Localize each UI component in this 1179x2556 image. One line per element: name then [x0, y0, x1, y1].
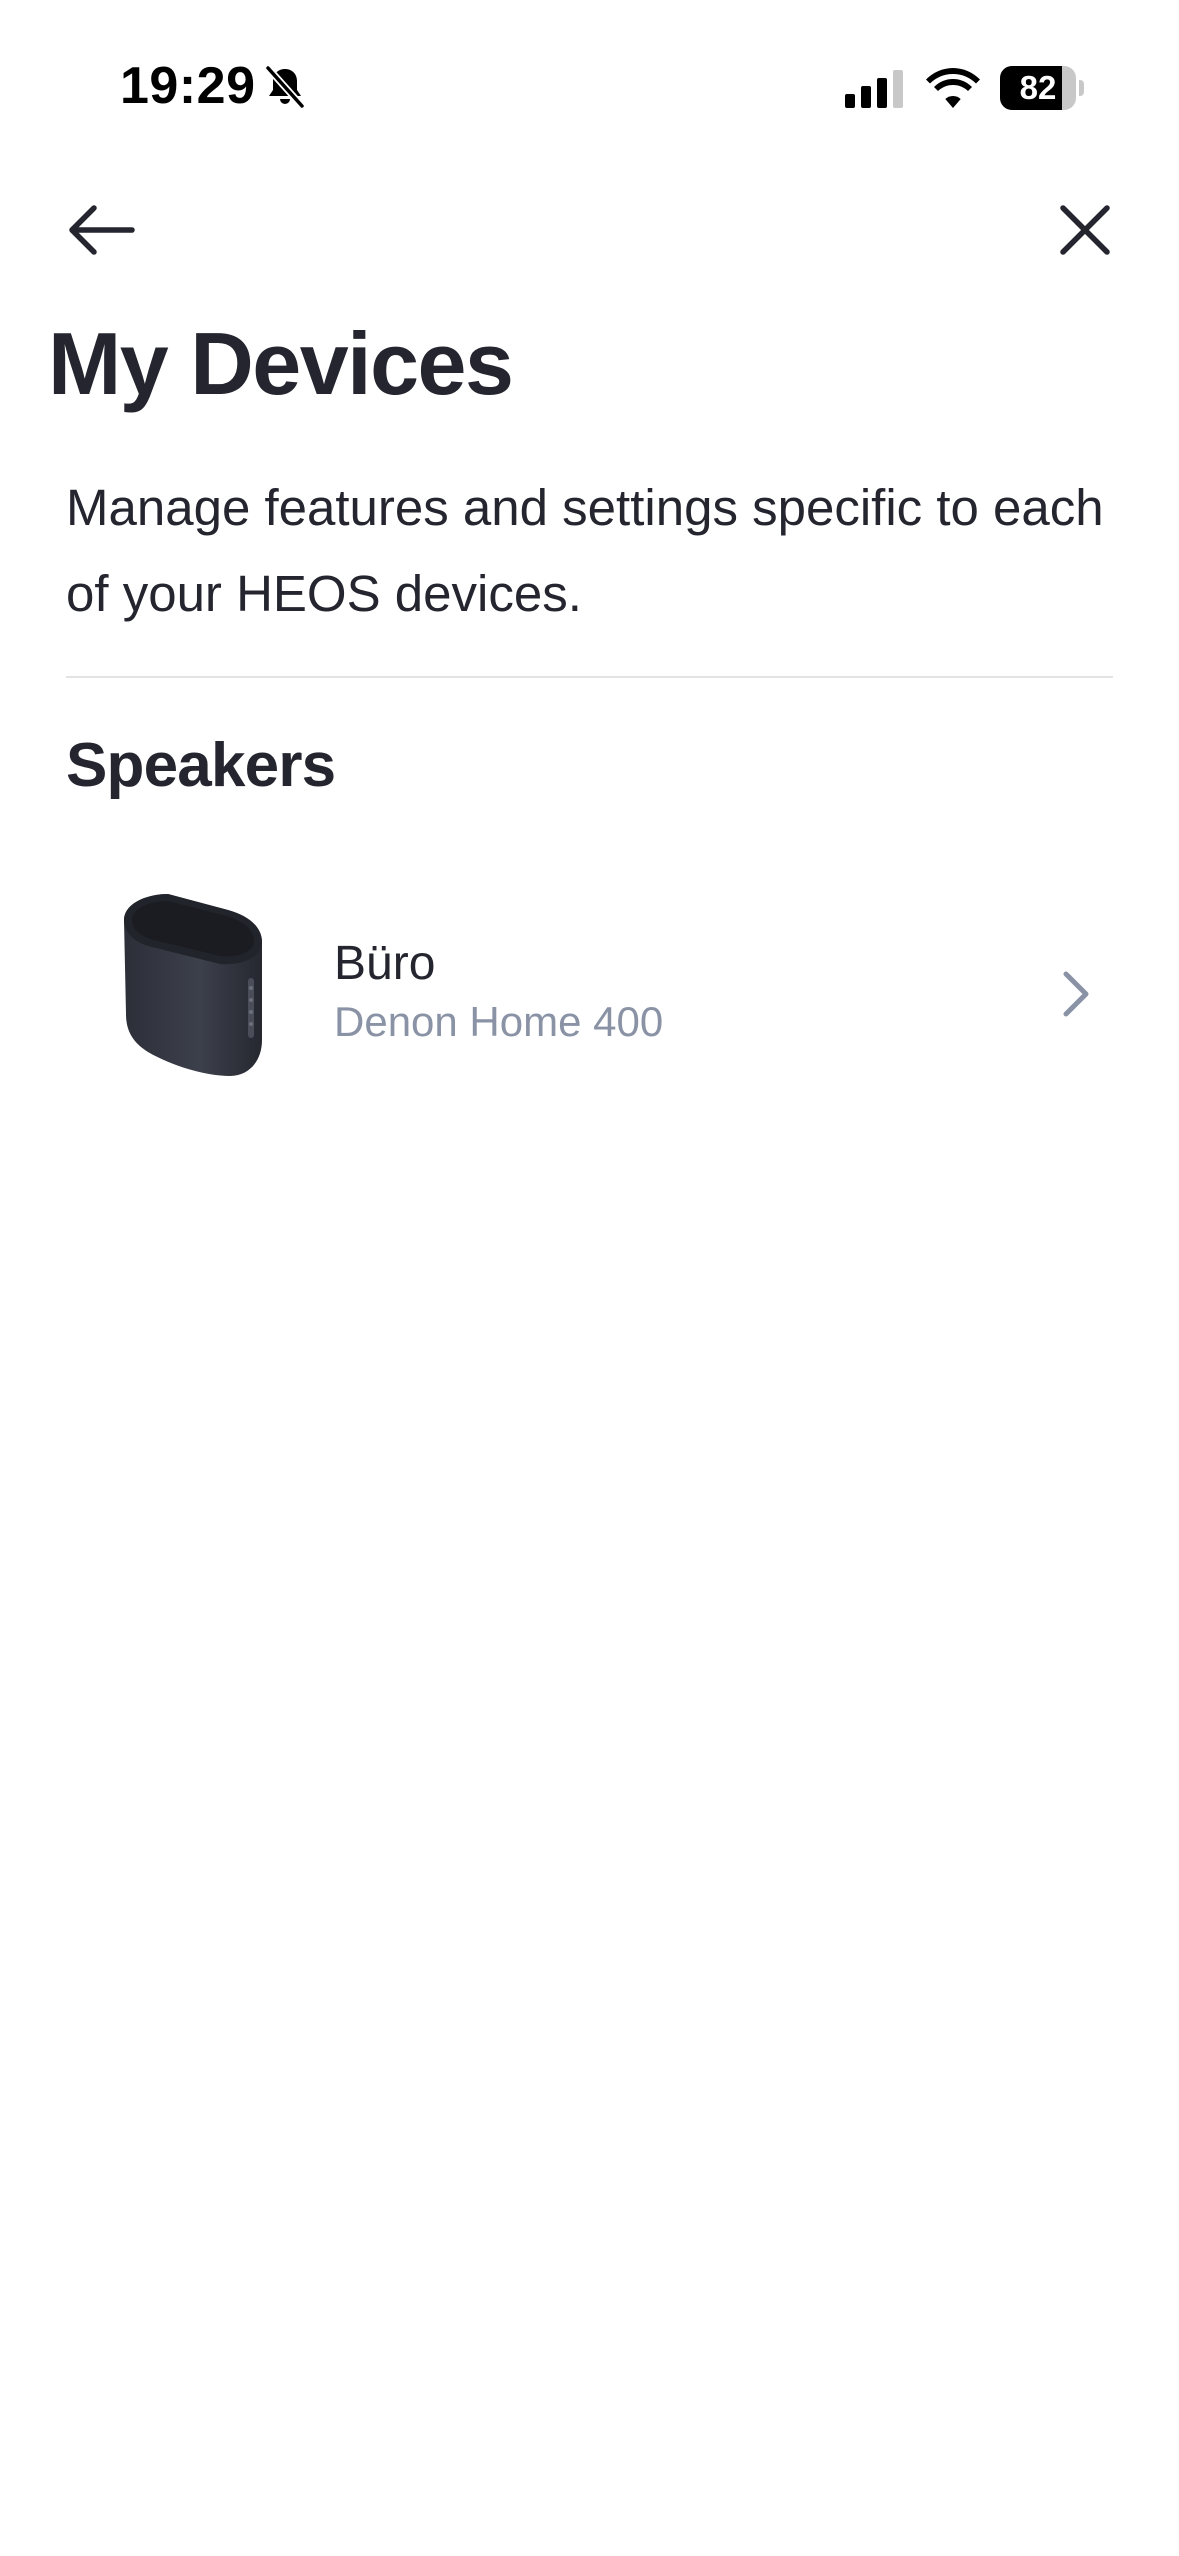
- divider: [66, 676, 1113, 678]
- close-icon: [1060, 205, 1110, 255]
- section-title-speakers: Speakers: [66, 731, 336, 800]
- status-bar: 19:29 82: [0, 0, 1179, 170]
- device-model: Denon Home 400: [334, 998, 664, 1045]
- page-description: Manage features and settings specific to…: [66, 479, 1104, 622]
- chevron-right-icon: [1063, 971, 1089, 1017]
- cellular-signal-icon: [845, 70, 903, 108]
- arrow-left-icon: [69, 205, 135, 255]
- wifi-icon: [926, 68, 980, 108]
- battery-icon: 82: [1000, 66, 1084, 110]
- back-button[interactable]: [56, 190, 146, 270]
- speaker-image: [124, 894, 262, 1076]
- bell-slash-icon: [264, 64, 306, 110]
- status-time: 19:29: [120, 57, 256, 115]
- page-title: My Devices: [48, 314, 514, 413]
- device-row-buro[interactable]: Büro Denon Home 400: [66, 880, 1113, 1110]
- close-button[interactable]: [1040, 190, 1130, 270]
- my-devices-screen: 19:29 82 My Devices Manage features and …: [0, 0, 1179, 2556]
- device-name: Büro: [334, 937, 436, 990]
- battery-label: 82: [1019, 69, 1057, 106]
